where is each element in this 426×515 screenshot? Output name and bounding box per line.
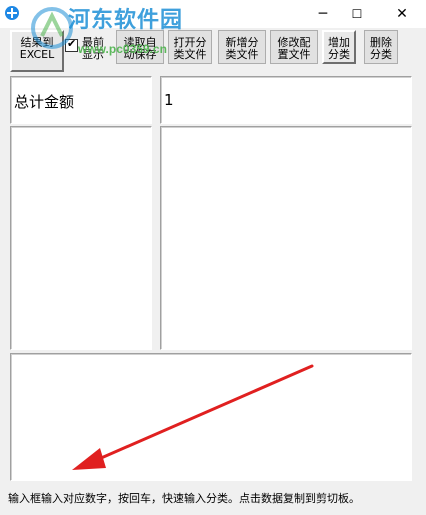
total-label: 总计金额: [14, 93, 75, 111]
status-hint: 输入框输入对应数字，按回车，快速输入分类。点击数据复制到剪切板。: [8, 492, 360, 505]
export-excel-button[interactable]: 结果到 EXCEL: [10, 30, 64, 72]
maximize-button[interactable]: ☐: [340, 0, 374, 28]
add-category-button[interactable]: 增加 分类: [322, 30, 356, 64]
title-bar: ─ ☐ ✕: [0, 0, 426, 28]
open-category-file-button[interactable]: 打开分 类文件: [168, 30, 212, 64]
delete-category-button[interactable]: 删除 分类: [364, 30, 398, 64]
minimize-button[interactable]: ─: [306, 0, 340, 28]
input-textarea[interactable]: [10, 353, 412, 481]
app-icon: [5, 6, 19, 20]
checkbox-box[interactable]: ✔: [65, 37, 78, 52]
always-on-top-checkbox[interactable]: ✔ 最前 显示: [64, 37, 112, 63]
total-label-box: 总计金额: [10, 76, 152, 124]
edit-config-file-button[interactable]: 修改配 置文件: [270, 30, 318, 64]
check-icon: ✔: [67, 37, 77, 50]
category-list[interactable]: [10, 126, 152, 350]
read-autosave-button[interactable]: 读取自 动保存: [116, 30, 164, 64]
new-category-file-button[interactable]: 新增分 类文件: [218, 30, 266, 64]
data-list[interactable]: [160, 126, 412, 350]
checkbox-label: 最前 显示: [82, 36, 104, 61]
total-value: 1: [164, 91, 174, 109]
close-button[interactable]: ✕: [385, 0, 419, 28]
total-value-input[interactable]: 1: [160, 76, 412, 124]
